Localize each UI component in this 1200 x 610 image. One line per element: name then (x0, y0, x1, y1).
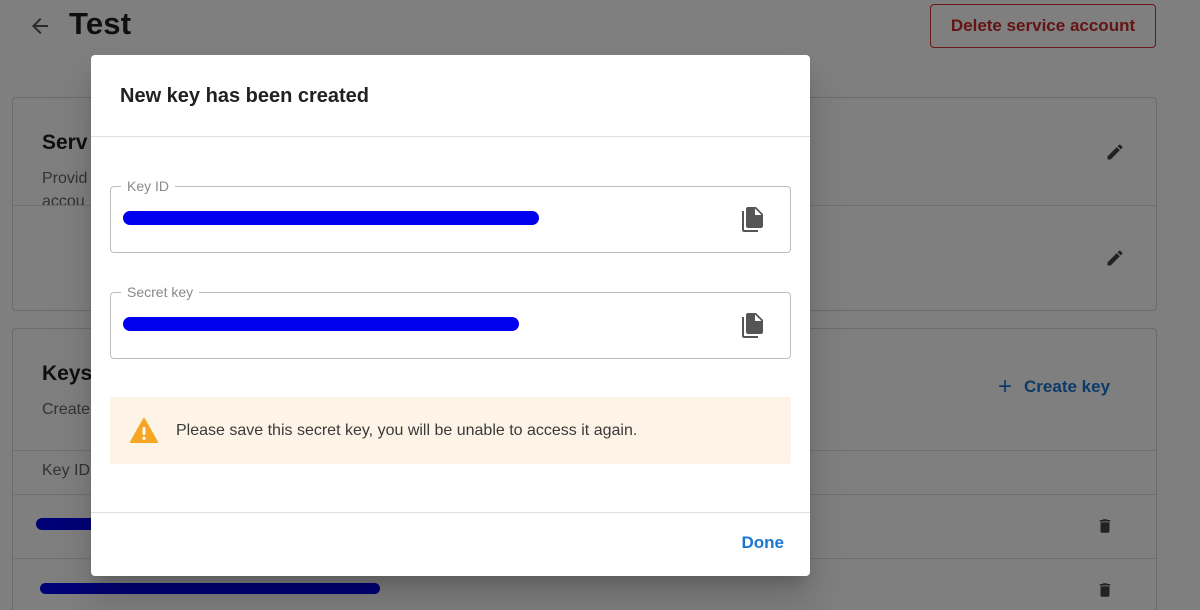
warning-icon (130, 417, 158, 444)
done-button[interactable]: Done (742, 533, 785, 553)
key-id-field[interactable]: Key ID (110, 178, 791, 253)
secret-key-field[interactable]: Secret key (110, 284, 791, 359)
secret-key-redaction (123, 317, 519, 331)
key-id-redaction (123, 211, 539, 225)
secret-key-label: Secret key (121, 284, 200, 300)
dialog-footer-divider (91, 512, 810, 513)
dialog-title: New key has been created (120, 85, 370, 107)
warning-text: Please save this secret key, you will be… (176, 421, 638, 439)
new-key-dialog: New key has been created Key ID Secret k… (91, 55, 810, 576)
copy-icon (742, 313, 763, 338)
copy-secret-key-button[interactable] (738, 311, 766, 341)
warning-banner: Please save this secret key, you will be… (110, 397, 791, 464)
key-id-label: Key ID (121, 178, 176, 194)
copy-icon (742, 207, 763, 232)
copy-key-id-button[interactable] (738, 205, 766, 235)
dialog-header-divider (91, 136, 810, 137)
